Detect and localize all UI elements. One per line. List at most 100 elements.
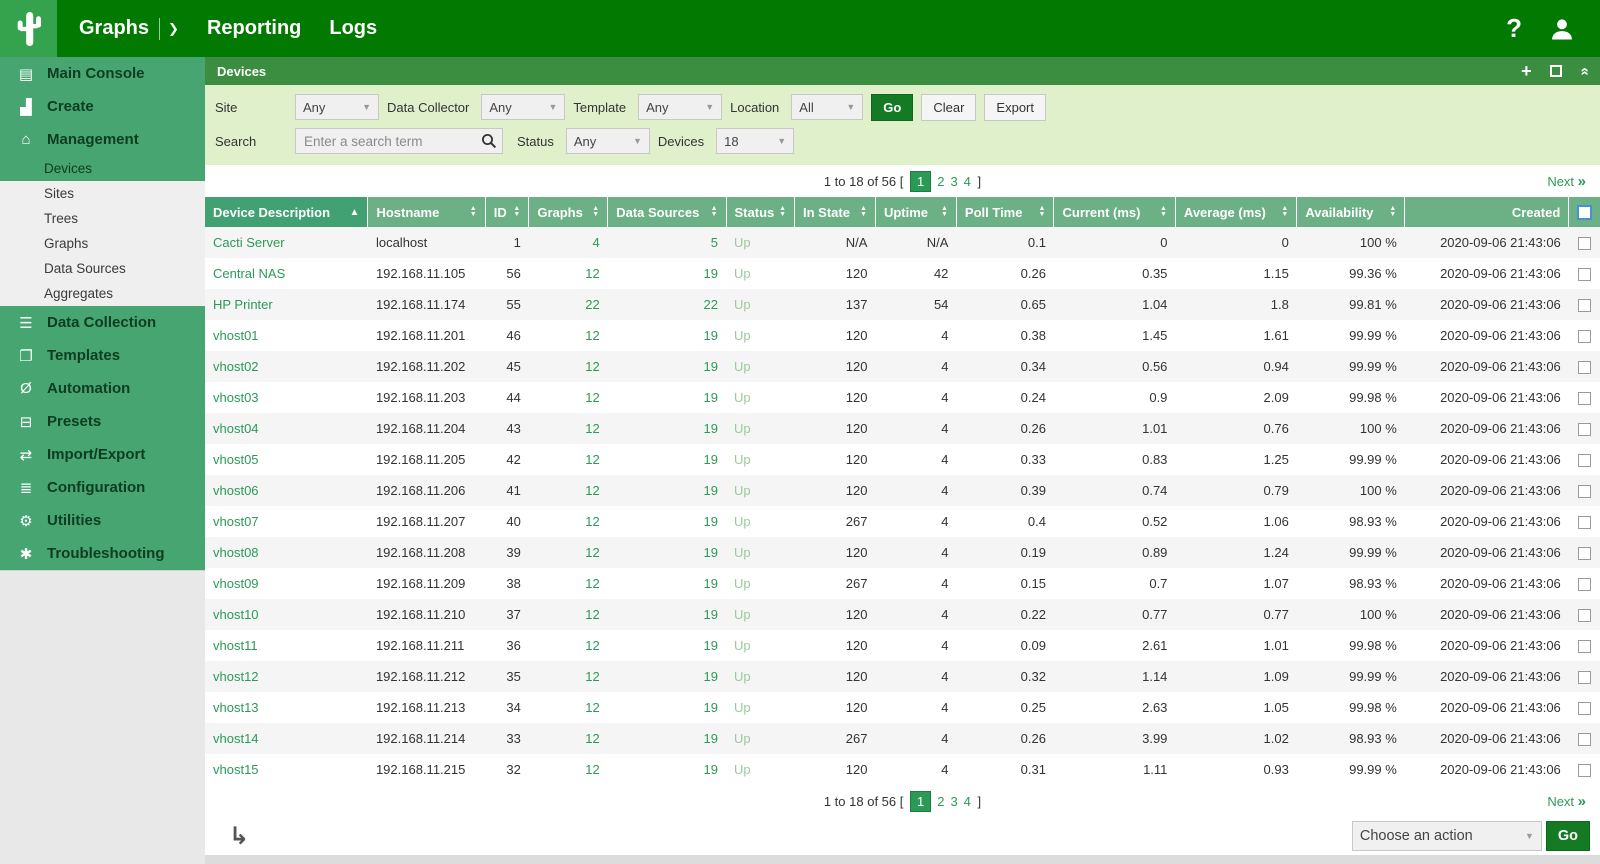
- device-description-link[interactable]: vhost11: [205, 630, 368, 661]
- device-description-link[interactable]: vhost13: [205, 692, 368, 723]
- column-header-graphs[interactable]: Graphs▲▼: [529, 197, 608, 227]
- devices-per-page-select[interactable]: 18 ▼: [716, 128, 794, 154]
- sidebar-item-presets[interactable]: ⊟Presets: [0, 405, 205, 438]
- user-icon[interactable]: [1548, 15, 1576, 43]
- choose-action-select[interactable]: Choose an action ▼: [1352, 821, 1542, 851]
- row-checkbox[interactable]: [1578, 330, 1591, 343]
- device-description-link[interactable]: vhost14: [205, 723, 368, 754]
- sidebar-item-configuration[interactable]: ≣Configuration: [0, 471, 205, 504]
- export-button[interactable]: Export: [984, 94, 1046, 121]
- column-header-id[interactable]: ID▲▼: [485, 197, 529, 227]
- sidebar-item-utilities[interactable]: ⚙Utilities: [0, 504, 205, 537]
- sidebar-item-devices[interactable]: Devices: [0, 156, 205, 181]
- sidebar-item-label: Import/Export: [47, 446, 145, 463]
- collapse-panel-icon[interactable]: »: [1575, 67, 1592, 75]
- row-checkbox[interactable]: [1578, 237, 1591, 250]
- status-select[interactable]: Any ▼: [566, 128, 650, 154]
- column-header-device-description[interactable]: Device Description▲: [205, 197, 368, 227]
- device-description-link[interactable]: vhost04: [205, 413, 368, 444]
- tab-reporting[interactable]: Reporting: [193, 17, 315, 40]
- action-go-button[interactable]: Go: [1546, 821, 1590, 851]
- page-link-2[interactable]: 2: [937, 794, 944, 809]
- row-checkbox[interactable]: [1578, 671, 1591, 684]
- sidebar-item-troubleshooting[interactable]: ✱Troubleshooting: [0, 537, 205, 570]
- select-all-checkbox[interactable]: [1577, 205, 1592, 220]
- sidebar-item-data-sources[interactable]: Data Sources: [0, 256, 205, 281]
- sidebar-item-data-collection[interactable]: ☰Data Collection: [0, 306, 205, 339]
- sidebar-item-main-console[interactable]: ▤Main Console: [0, 57, 205, 90]
- page-link-2[interactable]: 2: [937, 174, 944, 189]
- row-checkbox[interactable]: [1578, 640, 1591, 653]
- next-page-link[interactable]: Next »: [1547, 793, 1600, 810]
- row-checkbox[interactable]: [1578, 299, 1591, 312]
- tab-graphs[interactable]: Graphs ❯: [65, 17, 193, 40]
- device-description-link[interactable]: vhost07: [205, 506, 368, 537]
- filter-go-button[interactable]: Go: [871, 94, 913, 121]
- tab-logs[interactable]: Logs: [315, 17, 391, 40]
- data-collector-select[interactable]: Any ▼: [481, 94, 565, 120]
- next-page-link[interactable]: Next »: [1547, 173, 1600, 190]
- sidebar-item-import-export[interactable]: ⇄Import/Export: [0, 438, 205, 471]
- row-checkbox[interactable]: [1578, 609, 1591, 622]
- add-device-icon[interactable]: +: [1521, 62, 1532, 80]
- column-header-hostname[interactable]: Hostname▲▼: [368, 197, 485, 227]
- page-link-4[interactable]: 4: [964, 174, 971, 189]
- row-checkbox[interactable]: [1578, 485, 1591, 498]
- cacti-logo[interactable]: [0, 0, 57, 57]
- row-checkbox[interactable]: [1578, 547, 1591, 560]
- column-header-poll-time[interactable]: Poll Time▲▼: [956, 197, 1054, 227]
- page-link-4[interactable]: 4: [964, 794, 971, 809]
- device-description-link[interactable]: vhost03: [205, 382, 368, 413]
- column-header-uptime[interactable]: Uptime▲▼: [875, 197, 956, 227]
- column-header-current-ms-[interactable]: Current (ms)▲▼: [1054, 197, 1175, 227]
- column-header-data-sources[interactable]: Data Sources▲▼: [608, 197, 726, 227]
- device-description-link[interactable]: Central NAS: [205, 258, 368, 289]
- device-description-link[interactable]: vhost06: [205, 475, 368, 506]
- page-link-3[interactable]: 3: [950, 794, 957, 809]
- device-description-link[interactable]: vhost15: [205, 754, 368, 785]
- page-link-1[interactable]: 1: [910, 171, 931, 192]
- device-description-link[interactable]: Cacti Server: [205, 227, 368, 258]
- row-checkbox[interactable]: [1578, 702, 1591, 715]
- sidebar-item-aggregates[interactable]: Aggregates: [0, 281, 205, 306]
- device-description-link[interactable]: vhost01: [205, 320, 368, 351]
- row-checkbox[interactable]: [1578, 516, 1591, 529]
- row-checkbox[interactable]: [1578, 733, 1591, 746]
- device-description-link[interactable]: vhost09: [205, 568, 368, 599]
- fullscreen-icon[interactable]: [1550, 65, 1562, 77]
- sidebar-item-sites[interactable]: Sites: [0, 181, 205, 206]
- row-checkbox[interactable]: [1578, 578, 1591, 591]
- row-checkbox[interactable]: [1578, 361, 1591, 374]
- column-header-availability[interactable]: Availability▲▼: [1297, 197, 1405, 227]
- help-icon[interactable]: ?: [1506, 13, 1522, 44]
- page-link-3[interactable]: 3: [950, 174, 957, 189]
- device-description-link[interactable]: vhost08: [205, 537, 368, 568]
- row-checkbox[interactable]: [1578, 764, 1591, 777]
- column-header-average-ms-[interactable]: Average (ms)▲▼: [1175, 197, 1296, 227]
- sidebar-item-automation[interactable]: ØAutomation: [0, 372, 205, 405]
- template-select[interactable]: Any ▼: [638, 94, 722, 120]
- page-link-1[interactable]: 1: [910, 791, 931, 812]
- row-checkbox[interactable]: [1578, 392, 1591, 405]
- device-description-link[interactable]: vhost05: [205, 444, 368, 475]
- device-description-link[interactable]: vhost12: [205, 661, 368, 692]
- sidebar-item-graphs[interactable]: Graphs: [0, 231, 205, 256]
- column-header-status[interactable]: Status▲▼: [726, 197, 795, 227]
- row-checkbox[interactable]: [1578, 454, 1591, 467]
- sidebar-item-trees[interactable]: Trees: [0, 206, 205, 231]
- clear-button[interactable]: Clear: [921, 94, 976, 121]
- device-description-link[interactable]: HP Printer: [205, 289, 368, 320]
- column-header-in-state[interactable]: In State▲▼: [795, 197, 876, 227]
- site-select[interactable]: Any ▼: [295, 94, 379, 120]
- device-description-link[interactable]: vhost10: [205, 599, 368, 630]
- search-input[interactable]: [295, 128, 503, 154]
- sidebar-item-create[interactable]: ▟Create: [0, 90, 205, 123]
- chevron-down-icon[interactable]: ❯: [168, 21, 179, 37]
- cell-uptime: 4: [875, 692, 956, 723]
- sidebar-item-management[interactable]: ⌂Management: [0, 123, 205, 156]
- location-select[interactable]: All ▼: [791, 94, 863, 120]
- device-description-link[interactable]: vhost02: [205, 351, 368, 382]
- sidebar-item-templates[interactable]: ❐Templates: [0, 339, 205, 372]
- row-checkbox[interactable]: [1578, 423, 1591, 436]
- row-checkbox[interactable]: [1578, 268, 1591, 281]
